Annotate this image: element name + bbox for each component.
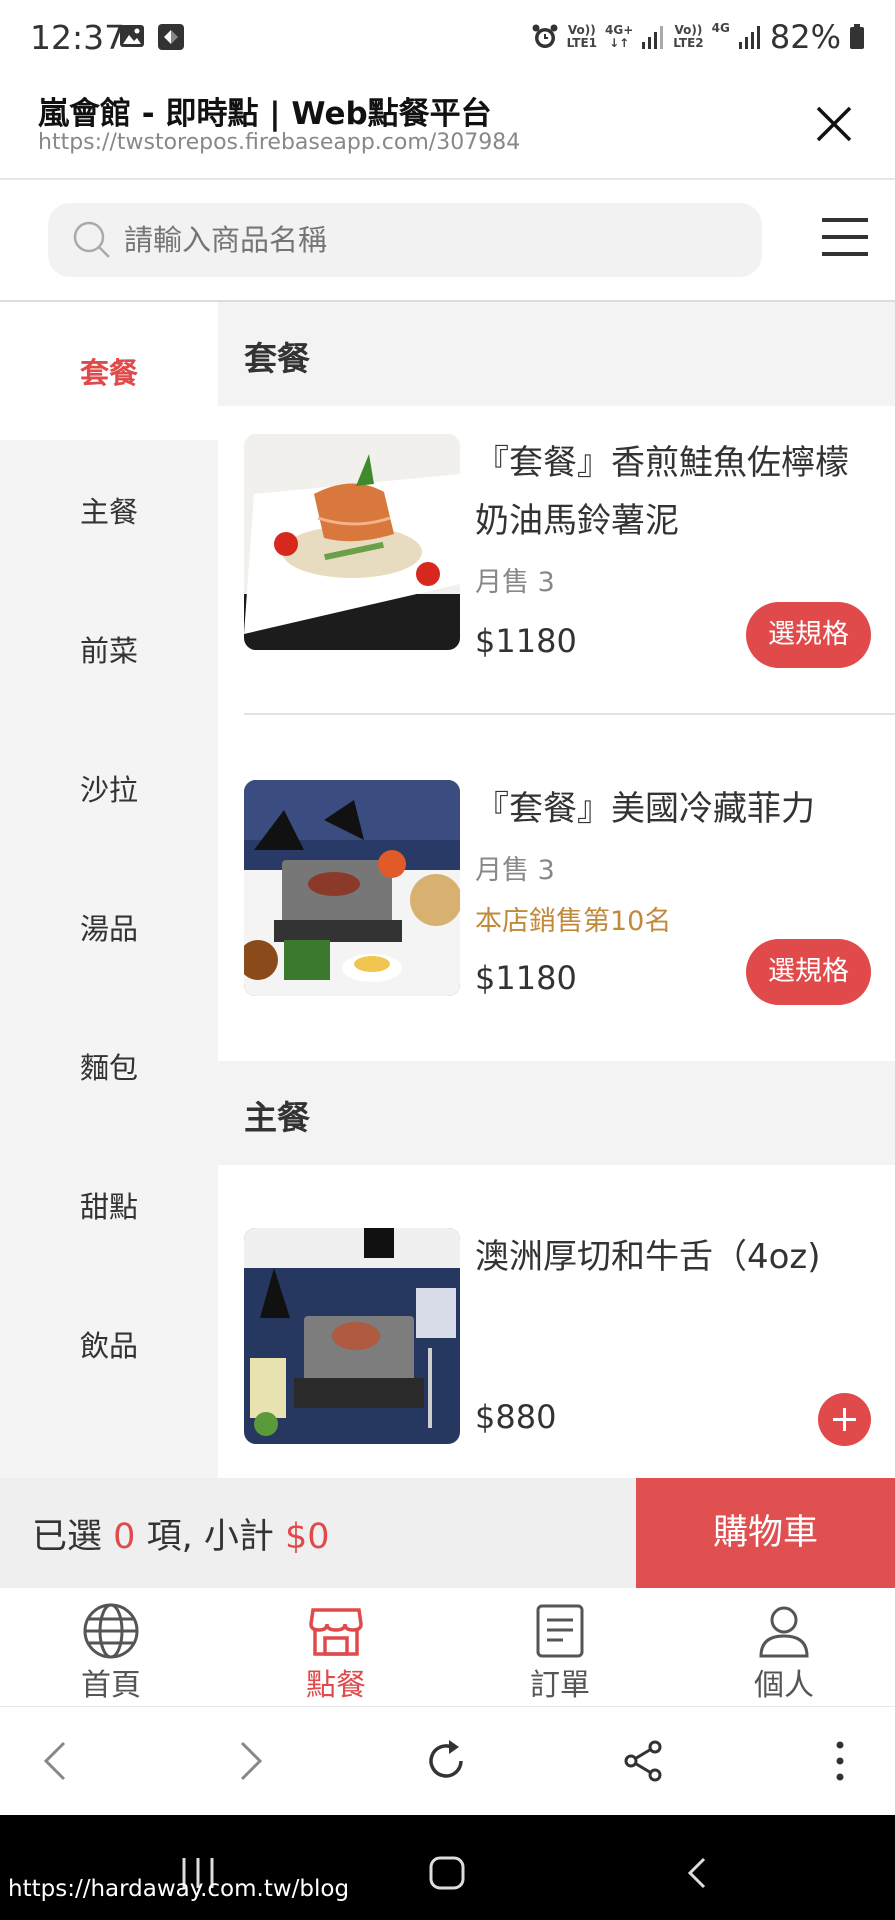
page-url: https://twstorepos.firebaseapp.com/30798… xyxy=(38,130,521,155)
cart-subtotal: $0 xyxy=(284,1517,330,1557)
select-options-button[interactable]: 選規格 xyxy=(746,602,871,668)
search-input[interactable] xyxy=(124,218,744,262)
sidebar-item-pet-food[interactable]: 寵物餐食 xyxy=(0,1470,218,1478)
globe-icon xyxy=(83,1603,139,1659)
product-image[interactable] xyxy=(244,780,460,996)
cart-item-count: 0 xyxy=(113,1517,136,1557)
product-image[interactable] xyxy=(244,1228,460,1444)
nav-profile[interactable]: 個人 xyxy=(694,1588,874,1706)
battery-icon xyxy=(850,24,864,49)
cart-bar: 已選 0 項, 小計 $0 購物車 xyxy=(0,1478,895,1588)
cart-summary: 已選 0 項, 小計 $0 xyxy=(32,1517,330,1557)
product-sold-count: 月售 3 xyxy=(475,855,555,886)
product-name[interactable]: 澳洲厚切和牛舌（4oz) xyxy=(475,1228,875,1286)
sidebar-item-drinks[interactable]: 飲品 xyxy=(0,1323,218,1365)
product-price: $880 xyxy=(475,1398,557,1436)
product-price: $1180 xyxy=(475,622,577,660)
browser-toolbar xyxy=(0,1707,895,1815)
data-arrows-icon: ↓↑ xyxy=(609,36,630,50)
category-sidebar: 寵物餐食 xyxy=(0,302,218,1478)
section-header: 主餐 xyxy=(218,1061,895,1165)
select-options-button[interactable]: 選規格 xyxy=(746,939,871,1005)
android-nav-bar xyxy=(0,1815,895,1920)
nav-orders[interactable]: 訂單 xyxy=(470,1588,650,1706)
person-icon xyxy=(759,1606,809,1658)
page-title: 嵐會館 - 即時點 | Web點餐平台 xyxy=(38,96,492,132)
sidebar-item-soup[interactable]: 湯品 xyxy=(0,906,218,948)
bottom-nav: 首頁 點餐 訂單 個人 xyxy=(0,1588,895,1707)
add-to-cart-button[interactable] xyxy=(818,1393,871,1446)
product-price: $1180 xyxy=(475,959,577,997)
search-icon xyxy=(73,221,110,258)
sidebar-item-bread[interactable]: 麵包 xyxy=(0,1045,218,1087)
product-name[interactable]: 『套餐』美國冷藏菲力 xyxy=(475,780,875,838)
section-header: 套餐 xyxy=(218,302,895,406)
battery-level: 82% xyxy=(769,18,841,56)
system-back-icon[interactable] xyxy=(680,1855,716,1891)
sales-rank-badge: 本店銷售第10名 xyxy=(475,906,672,937)
sidebar-item-set-meal[interactable]: 套餐 xyxy=(0,350,218,392)
product-sold-count: 月售 3 xyxy=(475,567,555,598)
close-icon[interactable] xyxy=(810,100,858,148)
cart-button[interactable]: 購物車 xyxy=(636,1478,895,1588)
hamburger-menu-icon[interactable] xyxy=(820,214,870,260)
status-bar: 12:37 Vo)) LTE1 4G+ ↓↑ Vo)) LTE2 4G 82% xyxy=(0,0,895,78)
forward-icon[interactable] xyxy=(226,1737,274,1785)
sidebar-item-main-course[interactable]: 主餐 xyxy=(0,489,218,531)
signal-icon xyxy=(738,26,760,49)
nav-order-food[interactable]: 點餐 xyxy=(246,1588,426,1706)
product-image[interactable] xyxy=(244,434,460,650)
nav-home[interactable]: 首頁 xyxy=(21,1588,201,1706)
sidebar-item-appetizer[interactable]: 前菜 xyxy=(0,628,218,670)
divider xyxy=(244,713,895,715)
product-name[interactable]: 『套餐』香煎鮭魚佐檸檬奶油馬鈴薯泥 xyxy=(475,434,875,550)
gallery-icon xyxy=(120,25,144,47)
order-list-icon xyxy=(536,1604,584,1658)
plus-icon xyxy=(833,1408,856,1431)
more-options-icon[interactable] xyxy=(816,1737,864,1785)
signal-icon xyxy=(642,26,664,49)
section-title: 套餐 xyxy=(244,339,310,378)
reload-icon[interactable] xyxy=(423,1737,471,1785)
sidebar-item-salad[interactable]: 沙拉 xyxy=(0,767,218,809)
back-icon[interactable] xyxy=(32,1737,80,1785)
watermark: https://hardaway.com.tw/blog xyxy=(8,1876,350,1902)
sidebar-item-dessert[interactable]: 甜點 xyxy=(0,1184,218,1226)
home-icon[interactable] xyxy=(428,1855,466,1891)
status-time: 12:37 xyxy=(30,18,126,57)
divider xyxy=(0,178,895,180)
alarm-icon xyxy=(532,24,558,48)
share-icon[interactable] xyxy=(619,1737,667,1785)
section-title: 主餐 xyxy=(244,1098,310,1137)
app-notification-icon xyxy=(158,24,184,50)
store-icon xyxy=(309,1608,363,1656)
